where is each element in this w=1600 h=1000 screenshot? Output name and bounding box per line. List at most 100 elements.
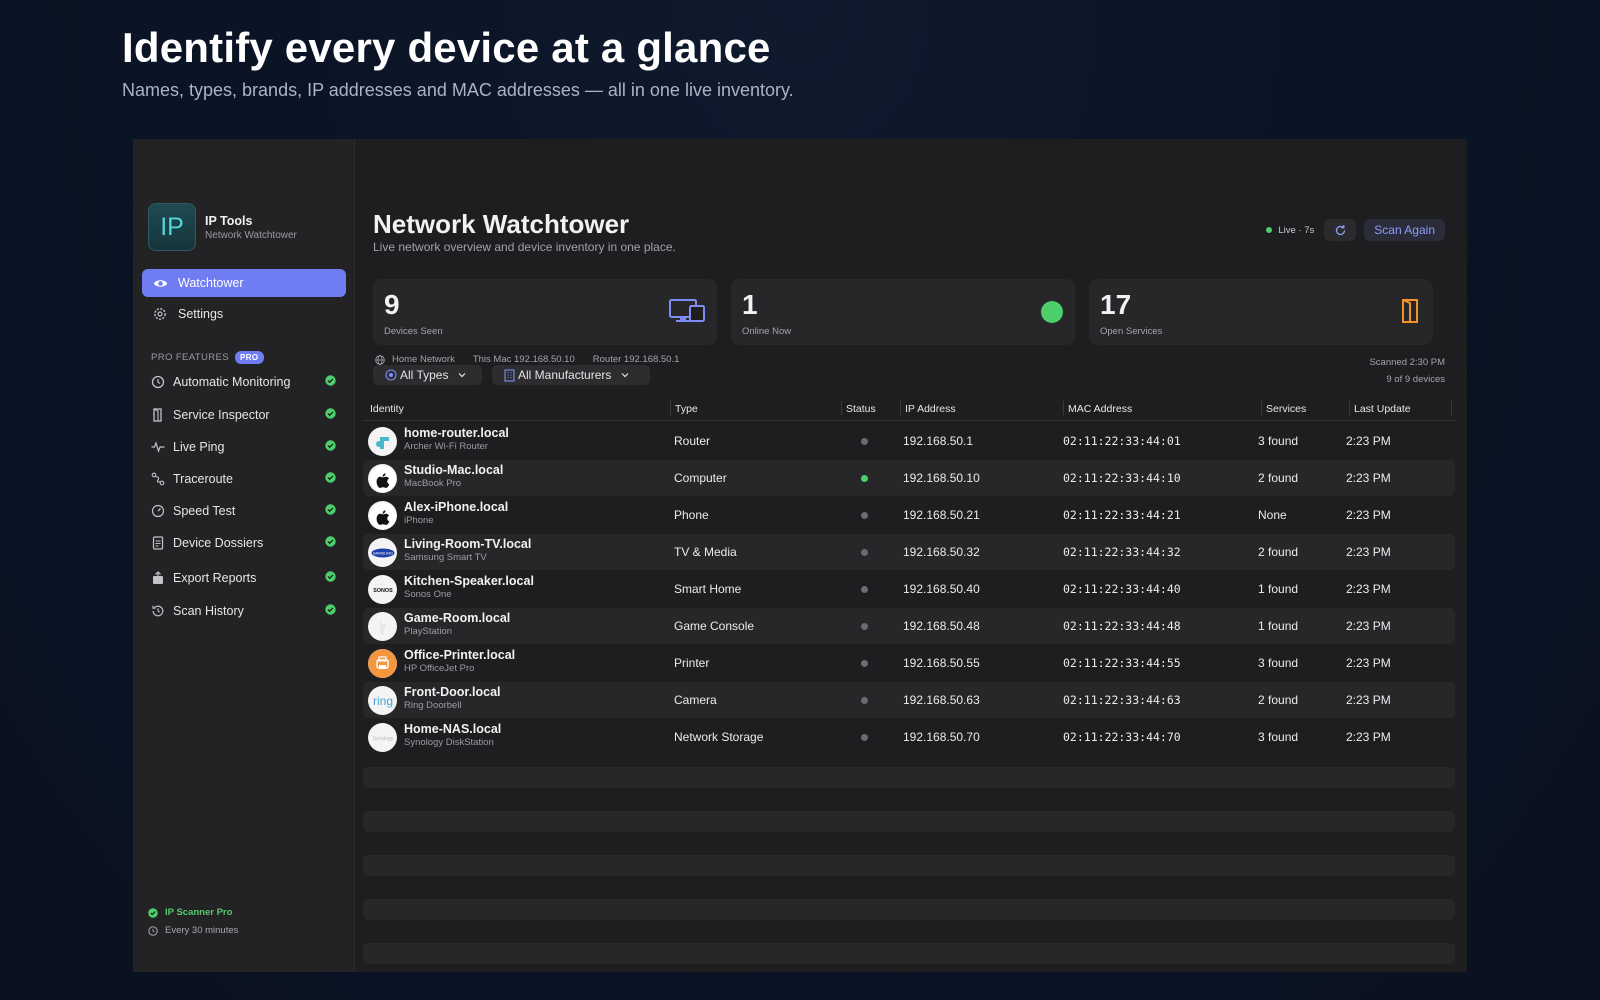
sidebar-item-export-reports[interactable]: Export Reports <box>150 567 336 589</box>
pro-features-label: PRO FEATURES PRO <box>151 351 264 364</box>
sidebar-item-label: Speed Test <box>173 504 236 518</box>
sidebar-item-label: Live Ping <box>173 440 225 454</box>
check-badge-icon <box>325 536 336 550</box>
globe-icon <box>375 354 385 365</box>
page-title: Network Watchtower <box>373 209 630 239</box>
sidebar-item-speed-test[interactable]: Speed Test <box>150 500 336 522</box>
device-name: Home-NAS.local <box>404 722 502 736</box>
device-type: Camera <box>674 693 717 707</box>
printer-logo-icon <box>368 649 397 678</box>
column-header-identity[interactable]: Identity <box>370 397 404 421</box>
this-mac-address: This Mac 192.168.50.10 <box>472 354 575 365</box>
column-header-type[interactable]: Type <box>675 397 698 421</box>
status-cell <box>861 497 868 533</box>
device-model: HP OfficeJet Pro <box>404 663 475 674</box>
header-actions: Live · 7s Scan Again <box>1266 219 1445 241</box>
services-count: 1 found <box>1258 619 1299 633</box>
apple-logo-icon <box>368 464 397 493</box>
empty-row <box>363 943 1455 964</box>
column-header-status[interactable]: Status <box>846 397 876 421</box>
column-header-ip[interactable]: IP Address <box>905 397 956 421</box>
svg-text:SAMSUNG: SAMSUNG <box>372 550 392 555</box>
sidebar-item-label: Traceroute <box>173 472 233 486</box>
stat-value: 1 <box>742 289 758 320</box>
empty-row <box>363 855 1455 876</box>
empty-row <box>363 899 1455 920</box>
stat-label: Open Services <box>1100 326 1163 337</box>
svg-text:Synology: Synology <box>372 736 393 742</box>
pro-features-text: PRO FEATURES <box>151 352 229 363</box>
ip-address: 192.168.50.40 <box>903 582 980 596</box>
sidebar-item-automatic-monitoring[interactable]: Automatic Monitoring <box>150 371 336 393</box>
status-cell <box>861 534 868 570</box>
sidebar-item-scan-history[interactable]: Scan History <box>150 600 336 622</box>
mac-address: 02:11:22:33:44:48 <box>1063 619 1181 633</box>
empty-row <box>363 767 1455 788</box>
table-row[interactable]: Studio-Mac.local MacBook Pro Computer 19… <box>363 460 1455 496</box>
sidebar-item-device-dossiers[interactable]: Device Dossiers <box>150 532 336 554</box>
last-update: 2:23 PM <box>1346 619 1391 633</box>
table-row[interactable]: SONOS Kitchen-Speaker.local Sonos One Sm… <box>363 571 1455 607</box>
table-row[interactable]: ring Front-Door.local Ring Doorbell Came… <box>363 682 1455 718</box>
sidebar-item-service-inspector[interactable]: Service Inspector <box>150 404 336 426</box>
check-badge-icon <box>325 571 336 585</box>
column-header-last-update[interactable]: Last Update <box>1354 397 1411 421</box>
table-row[interactable]: home-router.local Archer Wi-Fi Router Ro… <box>363 423 1455 459</box>
type-filter-select[interactable]: All Types <box>373 365 482 385</box>
plan-label: IP Scanner Pro <box>165 907 233 918</box>
status-dot-icon <box>861 622 868 630</box>
mac-address: 02:11:22:33:44:21 <box>1063 508 1181 522</box>
services-count: 3 found <box>1258 434 1299 448</box>
last-update: 2:23 PM <box>1346 508 1391 522</box>
sidebar-item-live-ping[interactable]: Live Ping <box>150 436 336 458</box>
live-dot-icon <box>1266 227 1273 233</box>
sidebar-item-label: Watchtower <box>178 276 244 290</box>
table-row[interactable]: Office-Printer.local HP OfficeJet Pro Pr… <box>363 645 1455 681</box>
table-row[interactable]: Game-Room.local PlayStation Game Console… <box>363 608 1455 644</box>
app-logo: IP <box>148 203 196 251</box>
scan-time: Scanned 2:30 PM <box>1369 357 1445 368</box>
device-name: home-router.local <box>404 426 509 440</box>
manufacturer-filter-select[interactable]: All Manufacturers <box>492 365 650 385</box>
refresh-button[interactable] <box>1324 219 1357 241</box>
device-identity: Front-Door.local Ring Doorbell <box>404 685 501 711</box>
services-count: 3 found <box>1258 656 1299 670</box>
sidebar-item-settings[interactable]: Settings <box>142 300 346 328</box>
device-identity: Office-Printer.local HP OfficeJet Pro <box>404 648 515 674</box>
mac-address: 02:11:22:33:44:63 <box>1063 693 1181 707</box>
scan-summary: Scanned 2:30 PM 9 of 9 devices <box>1369 354 1445 388</box>
mac-address: 02:11:22:33:44:70 <box>1063 730 1181 744</box>
sidebar-item-traceroute[interactable]: Traceroute <box>150 468 336 490</box>
device-name: Kitchen-Speaker.local <box>404 574 534 588</box>
scan-again-button[interactable]: Scan Again <box>1364 219 1445 241</box>
schedule-label: Every 30 minutes <box>165 925 239 936</box>
last-update: 2:23 PM <box>1346 730 1391 744</box>
stat-label: Online Now <box>742 326 792 337</box>
router-address: Router 192.168.50.1 <box>592 354 680 365</box>
last-update: 2:23 PM <box>1346 656 1391 670</box>
plan-status: IP Scanner Pro <box>148 907 232 918</box>
device-model: Samsung Smart TV <box>404 552 487 563</box>
column-header-services[interactable]: Services <box>1266 397 1306 421</box>
column-header-mac[interactable]: MAC Address <box>1068 397 1132 421</box>
app-subtitle: Network Watchtower <box>205 229 297 241</box>
type-filter-value: All Types <box>400 368 449 382</box>
building-icon <box>504 368 515 382</box>
status-cell <box>861 645 868 681</box>
device-type: Printer <box>674 656 710 670</box>
type-filter-icon <box>385 369 397 381</box>
status-dot-icon <box>861 733 868 741</box>
table-row[interactable]: Alex-iPhone.local iPhone Phone 192.168.5… <box>363 497 1455 533</box>
device-identity: Living-Room-TV.local Samsung Smart TV <box>404 537 531 563</box>
status-cell <box>861 571 868 607</box>
table-row[interactable]: Synology Home-NAS.local Synology DiskSta… <box>363 719 1455 755</box>
chevron-down-icon <box>459 373 466 378</box>
status-dot-icon <box>861 696 868 704</box>
device-name: Alex-iPhone.local <box>404 500 509 514</box>
services-count: 3 found <box>1258 730 1299 744</box>
device-name: Front-Door.local <box>404 685 501 699</box>
sidebar-item-watchtower[interactable]: Watchtower <box>142 269 346 297</box>
mac-address: 02:11:22:33:44:01 <box>1063 434 1181 448</box>
table-row[interactable]: SAMSUNG Living-Room-TV.local Samsung Sma… <box>363 534 1455 570</box>
device-model: PlayStation <box>404 626 453 637</box>
